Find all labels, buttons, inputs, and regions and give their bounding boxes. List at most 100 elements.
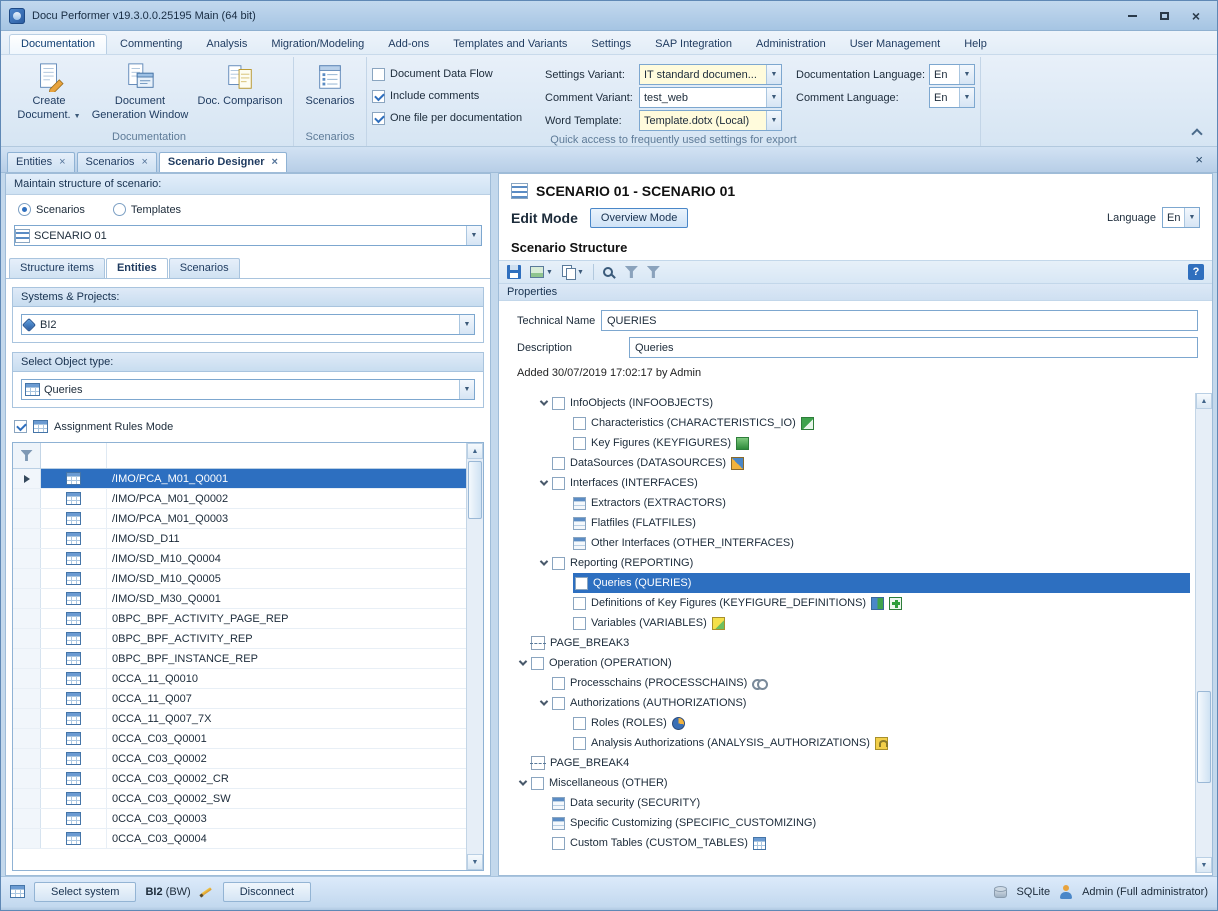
checkbox-icon[interactable] [573,737,586,750]
settings-variant-combo[interactable]: IT standard documen...▼ [639,64,782,85]
checkbox-icon[interactable] [573,597,586,610]
clear-filter-icon[interactable] [647,266,660,278]
table-row[interactable]: 0BPC_BPF_INSTANCE_REP [13,649,466,669]
left-tab-entities[interactable]: Entities [106,258,168,278]
table-row[interactable]: 0CCA_11_Q007_7X [13,709,466,729]
word-template-combo[interactable]: Template.dotx (Local)▼ [639,110,782,131]
tree-item-page-break4[interactable]: PAGE_BREAK4 [505,753,1193,773]
tree-item-flatfiles-flatfiles[interactable]: Flatfiles (FLATFILES) [505,513,1193,533]
description-field[interactable] [629,337,1198,358]
tree-item-roles-roles[interactable]: Roles (ROLES) [505,713,1193,733]
close-button[interactable]: × [1187,8,1205,24]
ribbon-tab-commenting[interactable]: Commenting [109,35,193,54]
comment-variant-combo[interactable]: test_web▼ [639,87,782,108]
radio-icon[interactable] [18,203,31,216]
checkbox-icon[interactable] [573,437,586,450]
panel-close-icon[interactable]: × [1187,152,1211,170]
ribbon-checkbox-document-data-flow[interactable]: Document Data Flow [372,63,537,85]
scroll-down-icon[interactable]: ▼ [1196,857,1212,873]
ribbon-tab-administration[interactable]: Administration [745,35,837,54]
checkbox-icon[interactable] [573,417,586,430]
language-combo[interactable]: En ▼ [1162,207,1200,228]
scroll-down-icon[interactable]: ▼ [467,854,483,870]
ribbon-tab-help[interactable]: Help [953,35,998,54]
table-row[interactable]: 0CCA_C03_Q0004 [13,829,466,849]
checkbox-icon[interactable] [552,557,565,570]
chevron-down-icon[interactable]: ▼ [959,88,974,107]
scroll-up-icon[interactable]: ▲ [467,443,483,459]
scenarios-button[interactable]: Scenarios [299,59,361,111]
save-icon[interactable] [507,265,521,279]
ribbon-tab-sap-integration[interactable]: SAP Integration [644,35,743,54]
scroll-up-icon[interactable]: ▲ [1196,393,1212,409]
document-tab-scenarios[interactable]: Scenarios× [77,152,157,172]
table-row[interactable]: 0CCA_C03_Q0002 [13,749,466,769]
tree-item-infoobjects-infoobjects[interactable]: InfoObjects (INFOOBJECTS) [505,393,1193,413]
table-row[interactable]: /IMO/SD_D11 [13,529,466,549]
document-tab-entities[interactable]: Entities× [7,152,75,172]
chevron-down-icon[interactable]: ▼ [1184,208,1199,227]
object-type-combo[interactable]: Queries ▼ [21,379,475,400]
assignment-rules-checkbox[interactable]: Assignment Rules Mode [12,417,484,442]
close-tab-icon[interactable]: × [141,156,147,168]
checkbox-icon[interactable] [531,657,544,670]
help-icon[interactable]: ? [1188,264,1204,280]
tree-item-specific-customizing-specific-customizing[interactable]: Specific Customizing (SPECIFIC_CUSTOMIZI… [505,813,1193,833]
checkbox-icon[interactable] [573,617,586,630]
radio-templates[interactable]: Templates [113,203,181,216]
table-row[interactable]: 0CCA_11_Q0010 [13,669,466,689]
tree-item-interfaces-interfaces[interactable]: Interfaces (INTERFACES) [505,473,1193,493]
expander-icon[interactable] [536,560,552,566]
chevron-down-icon[interactable]: ▼ [959,65,974,84]
checkbox-icon[interactable] [14,420,27,433]
tree-item-queries-queries[interactable]: Queries (QUERIES) [505,573,1193,593]
select-system-button[interactable]: Select system [34,882,136,902]
tree-item-datasources-datasources[interactable]: DataSources (DATASOURCES) [505,453,1193,473]
left-tab-structure-items[interactable]: Structure items [9,258,105,278]
checkbox-icon[interactable] [372,90,385,103]
copy-button[interactable]: ▼ [562,265,584,279]
tree-item-authorizations-authorizations[interactable]: Authorizations (AUTHORIZATIONS) [505,693,1193,713]
table-row[interactable]: /IMO/PCA_M01_Q0003 [13,509,466,529]
doc-comparison-button[interactable]: Doc. Comparison [192,59,288,111]
tree-item-variables-variables[interactable]: Variables (VARIABLES) [505,613,1193,633]
tree-item-custom-tables-custom-tables[interactable]: Custom Tables (CUSTOM_TABLES) [505,833,1193,853]
system-combo[interactable]: BI2 ▼ [21,314,475,335]
tree-item-processchains-processchains[interactable]: Processchains (PROCESSCHAINS) [505,673,1193,693]
ribbon-tab-documentation[interactable]: Documentation [9,34,107,54]
checkbox-icon[interactable] [575,577,588,590]
ribbon-tab-analysis[interactable]: Analysis [195,35,258,54]
checkbox-icon[interactable] [552,837,565,850]
tree-item-data-security-security[interactable]: Data security (SECURITY) [505,793,1193,813]
table-row[interactable]: /IMO/PCA_M01_Q0001 [13,469,466,489]
overview-mode-button[interactable]: Overview Mode [590,208,688,228]
restore-button[interactable] [1155,8,1173,24]
table-row[interactable]: 0CCA_C03_Q0003 [13,809,466,829]
table-row[interactable]: 0CCA_11_Q007 [13,689,466,709]
tree-item-analysis-authorizations-analysis-authorizations[interactable]: Analysis Authorizations (ANALYSIS_AUTHOR… [505,733,1193,753]
checkbox-icon[interactable] [372,112,385,125]
checkbox-icon[interactable] [552,457,565,470]
left-tab-scenarios[interactable]: Scenarios [169,258,240,278]
checkbox-icon[interactable] [552,477,565,490]
document-generation-window-button[interactable]: Document Generation Window [88,59,192,126]
tree-item-characteristics-characteristics-io[interactable]: Characteristics (CHARACTERISTICS_IO) [505,413,1193,433]
close-tab-icon[interactable]: × [271,156,277,168]
technical-name-field[interactable] [601,310,1198,331]
tree-item-reporting-reporting[interactable]: Reporting (REPORTING) [505,553,1193,573]
edit-system-icon[interactable] [200,885,214,898]
checkbox-icon[interactable] [372,68,385,81]
scenario-combo[interactable]: SCENARIO 01 ▼ [14,225,482,246]
chevron-down-icon[interactable]: ▼ [466,226,481,245]
expander-icon[interactable] [536,480,552,486]
tree-item-other-interfaces-other-interfaces[interactable]: Other Interfaces (OTHER_INTERFACES) [505,533,1193,553]
collapse-ribbon-chevron-icon[interactable] [1191,128,1202,139]
tree-item-miscellaneous-other[interactable]: Miscellaneous (OTHER) [505,773,1193,793]
ribbon-checkbox-one-file-per-documentation[interactable]: One file per documentation [372,107,537,129]
chevron-down-icon[interactable]: ▼ [766,111,781,130]
table-row[interactable]: /IMO/PCA_M01_Q0002 [13,489,466,509]
table-row[interactable]: 0BPC_BPF_ACTIVITY_PAGE_REP [13,609,466,629]
table-row[interactable]: 0CCA_C03_Q0002_SW [13,789,466,809]
tree-item-extractors-extractors[interactable]: Extractors (EXTRACTORS) [505,493,1193,513]
checkbox-icon[interactable] [552,677,565,690]
